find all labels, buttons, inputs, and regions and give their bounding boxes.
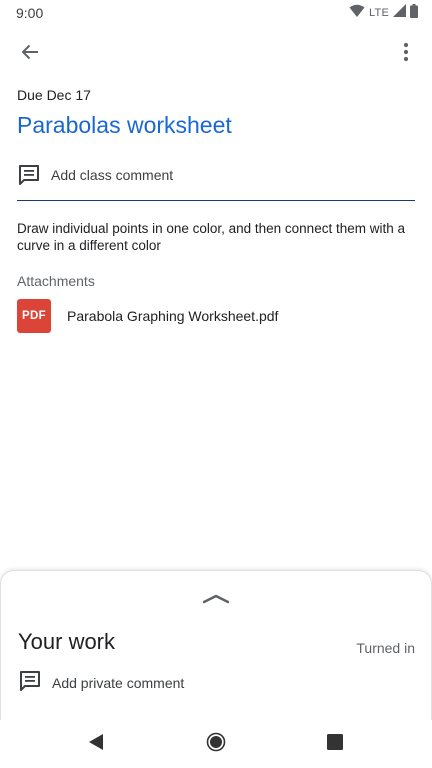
attachments-heading: Attachments: [17, 273, 95, 289]
home-circle-icon: [206, 732, 226, 757]
comment-icon: [18, 669, 42, 698]
battery-icon: [410, 3, 418, 23]
arrow-back-icon: [20, 42, 40, 67]
chevron-up-icon: [202, 591, 230, 609]
assignment-description: Draw individual points in one color, and…: [17, 221, 405, 253]
signal-icon: [393, 4, 406, 22]
expand-sheet-button[interactable]: [201, 593, 231, 607]
wifi-icon: [349, 4, 365, 23]
status-bar: 9:00 LTE: [0, 0, 432, 26]
attachment-name: Parabola Graphing Worksheet.pdf: [67, 308, 279, 324]
back-button[interactable]: [12, 36, 48, 72]
more-options-button[interactable]: [388, 36, 424, 72]
recents-square-icon: [327, 733, 343, 755]
work-status: Turned in: [356, 640, 415, 656]
add-class-comment-button[interactable]: Add class comment: [17, 160, 415, 201]
back-triangle-icon: [88, 733, 104, 756]
pdf-icon: PDF: [17, 299, 51, 333]
nav-back-button[interactable]: [82, 730, 110, 758]
add-private-comment-button[interactable]: Add private comment: [18, 669, 184, 697]
attachment-item[interactable]: PDF Parabola Graphing Worksheet.pdf: [17, 299, 415, 333]
comment-icon: [17, 163, 41, 187]
your-work-sheet: Your work Turned in Add private comment: [0, 570, 432, 720]
more-vert-icon: [403, 42, 409, 67]
status-time: 9:00: [16, 5, 44, 21]
network-label: LTE: [369, 7, 389, 19]
assignment-title: Parabolas worksheet: [17, 112, 232, 138]
due-date: Due Dec 17: [17, 87, 91, 103]
system-nav-bar: [0, 720, 432, 768]
add-private-comment-label: Add private comment: [52, 675, 185, 691]
nav-home-button[interactable]: [202, 730, 230, 758]
your-work-title: Your work: [18, 629, 116, 654]
nav-recents-button[interactable]: [321, 730, 349, 758]
add-class-comment-label: Add class comment: [51, 167, 174, 183]
status-icons: LTE: [349, 3, 418, 23]
app-bar: [0, 26, 432, 82]
